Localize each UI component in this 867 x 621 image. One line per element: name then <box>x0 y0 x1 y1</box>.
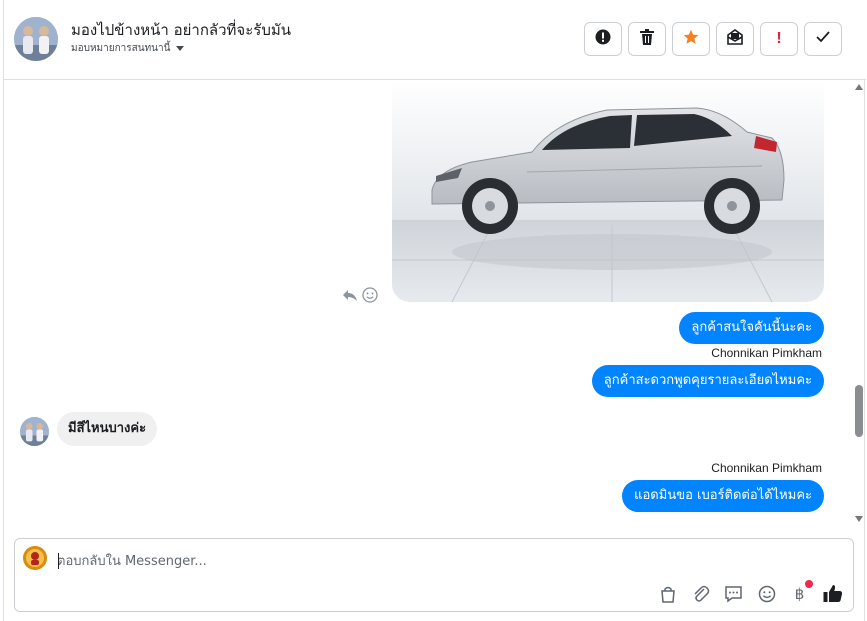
exclamation-icon: ! <box>776 30 782 47</box>
saved-reply-icon[interactable] <box>723 583 744 604</box>
scrollbar-thumb[interactable] <box>855 385 863 437</box>
incoming-message: มีสีไหนบางค่ะ <box>57 412 158 446</box>
contact-avatar-small[interactable] <box>20 417 49 446</box>
reply-input[interactable] <box>57 551 757 571</box>
check-icon <box>816 30 830 48</box>
emoji-icon[interactable] <box>756 583 777 604</box>
contact-avatar[interactable] <box>14 17 58 61</box>
message-scrollbar[interactable] <box>852 80 866 528</box>
assign-conversation-dropdown[interactable]: มอบหมายการสนทนานี้ <box>71 41 185 56</box>
assign-conversation-label: มอบหมายการสนทนานี้ <box>71 43 171 54</box>
car-photo-attachment[interactable] <box>392 80 824 302</box>
like-icon[interactable] <box>822 583 843 604</box>
inbox-conversation-panel: มองไปข้างหน้า อย่ากลัวที่จะรับมัน มอบหมา… <box>3 0 866 621</box>
mark-important-button[interactable]: ! <box>760 22 798 56</box>
scroll-up-arrow-icon[interactable] <box>855 84 863 90</box>
composer-toolbar: ฿ <box>657 580 843 604</box>
sender-name: Chonnikan Pimkham <box>711 461 822 475</box>
trash-icon <box>640 28 654 50</box>
shopping-bag-icon[interactable] <box>657 583 678 604</box>
conversation-title: มองไปข้างหน้า อย่ากลัวที่จะรับมัน <box>71 21 291 39</box>
star-button[interactable] <box>672 22 710 56</box>
mark-done-button[interactable] <box>804 22 842 56</box>
notification-dot <box>805 580 813 588</box>
baht-icon: ฿ <box>794 585 805 603</box>
scroll-down-arrow-icon[interactable] <box>855 516 863 522</box>
message-list: ลูกค้าสนใจคันนี้นะคะ Chonnikan Pimkham ล… <box>4 80 866 528</box>
message-composer: ฿ <box>14 538 854 612</box>
envelope-icon <box>727 28 743 50</box>
report-spam-button[interactable] <box>584 22 622 56</box>
mark-unread-button[interactable] <box>716 22 754 56</box>
outgoing-message: แอดมินขอ เบอร์ติดต่อได้ไหมคะ <box>622 480 824 512</box>
conversation-header: มองไปข้างหน้า อย่ากลัวที่จะรับมัน มอบหมา… <box>4 0 866 80</box>
react-emoji-icon[interactable] <box>362 287 378 308</box>
outgoing-message: ลูกค้าสะดวกพูดคุยรายละเอียดไหมคะ <box>591 365 824 397</box>
paperclip-icon[interactable] <box>690 583 711 604</box>
baht-payment-icon[interactable]: ฿ <box>789 580 813 604</box>
outgoing-message: ลูกค้าสนใจคันนี้นะคะ <box>679 312 824 344</box>
delete-button[interactable] <box>628 22 666 56</box>
alert-circle-icon <box>595 29 611 50</box>
chevron-down-icon <box>176 46 185 51</box>
reply-icon[interactable] <box>342 288 358 307</box>
conversation-actions: ! <box>584 22 842 56</box>
page-avatar <box>23 546 47 570</box>
star-icon <box>683 29 699 50</box>
text-cursor <box>58 553 59 569</box>
message-hover-actions <box>342 287 378 308</box>
sender-name: Chonnikan Pimkham <box>711 346 822 360</box>
